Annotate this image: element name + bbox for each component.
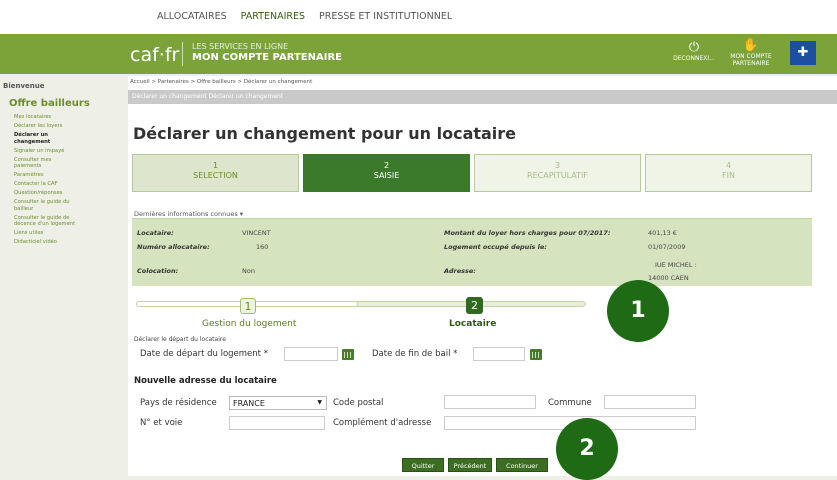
adresse-label: Adresse: (444, 267, 476, 275)
section-titlebar: Déclarer un changement Déclarer un chang… (128, 90, 837, 104)
power-icon: ⏻ (688, 40, 700, 55)
tab-allocataires[interactable]: ALLOCATAIRES (157, 11, 227, 22)
voie-label: N° et voie (140, 418, 183, 428)
caf-logo[interactable]: caf·fr (130, 44, 179, 66)
step-label: FIN (722, 170, 735, 180)
sidebar-item-parametres[interactable]: Paramètres (14, 172, 76, 179)
colocation-label: Colocation: (137, 267, 179, 275)
handshake-icon: ✋ (742, 38, 760, 53)
commune-input[interactable] (604, 395, 696, 409)
adresse-line1: IUE MICHEL : (655, 261, 697, 269)
services-title: MON COMPTE PARTENAIRE (192, 52, 342, 63)
sidebar-item-guide-bailleur[interactable]: Consulter le guide du bailleur (14, 199, 76, 212)
numero-label: Numéro allocataire: (137, 243, 210, 251)
progress-step-1: 1 (240, 298, 256, 314)
step-number: 2 (383, 161, 390, 170)
progress-step-2: 2 (466, 297, 483, 314)
account-button[interactable]: ✋ MON COMPTE PARTENAIRE (728, 38, 774, 67)
last-info-toggle[interactable]: Dernières informations connues ▾ (134, 210, 243, 218)
code-postal-label: Code postal (333, 398, 384, 408)
step-number: 1 (212, 161, 219, 170)
date-depart-label: Date de départ du logement * (140, 349, 268, 359)
page-title: Déclarer un changement pour un locataire (133, 124, 517, 143)
date-depart-input[interactable] (284, 347, 338, 361)
pays-select[interactable]: FRANCE ▼ (229, 396, 327, 410)
step-saisie: 2 SAISIE (303, 154, 470, 192)
pays-label: Pays de résidence (140, 398, 217, 408)
step-fin: 4 FIN (645, 154, 812, 192)
logout-label: DECONNEXI... (673, 55, 715, 62)
numero-value: 160 (256, 243, 269, 251)
adresse-line2: 14000 CAEN (648, 274, 689, 282)
step-selection: 1 SELECTION (132, 154, 299, 192)
tab-presse[interactable]: PRESSE ET INSTITUTIONNEL (319, 11, 452, 22)
step-recapitulatif: 3 RECAPITULATIF (474, 154, 641, 192)
breadcrumb[interactable]: Accueil > Partenaires > Offre bailleurs … (130, 79, 312, 85)
step-label: SAISIE (373, 170, 400, 180)
top-navigation: ALLOCATAIRES PARTENAIRES PRESSE ET INSTI… (0, 0, 837, 34)
occupe-value: 01/07/2009 (648, 243, 686, 251)
sidebar-item-paiements[interactable]: Consulter mes paiements (14, 157, 76, 170)
continue-button[interactable]: Continuer (496, 458, 548, 472)
banner-left (0, 34, 120, 74)
occupe-label: Logement occupé depuis le: (444, 243, 547, 251)
wizard-steps: 1 SELECTION 2 SAISIE 3 RECAPITULATIF 4 F… (132, 154, 812, 192)
previous-button[interactable]: Précédent (448, 458, 492, 472)
quit-button[interactable]: Quitter (402, 458, 444, 472)
date-fin-bail-label: Date de fin de bail * (372, 349, 458, 359)
colocation-value: Non (242, 267, 255, 275)
sidebar-item-guide-decence[interactable]: Consulter le guide de décence d'un logem… (14, 215, 76, 228)
locataire-value: VINCENT (242, 229, 271, 237)
sidebar-item-contacter[interactable]: Contacter la CAF (14, 181, 76, 188)
account-label: MON COMPTE PARTENAIRE (730, 53, 772, 67)
chevron-down-icon: ▼ (317, 399, 322, 406)
callout-badge-1: 1 (607, 280, 669, 342)
sidebar-item-signaler-impaye[interactable]: Signaler un impayé (14, 148, 76, 155)
sidebar-item-mes-locataires[interactable]: Mes locataires (14, 114, 76, 121)
step-label: RECAPITULATIF (527, 170, 588, 180)
complement-label: Complément d'adresse (333, 418, 432, 428)
callout-badge-2: 2 (556, 418, 618, 480)
new-address-heading: Nouvelle adresse du locataire (134, 376, 277, 386)
sidebar-item-declarer-changement[interactable]: Déclarer un changement (14, 132, 76, 145)
welcome-text: Bienvenue (3, 82, 45, 90)
date-fin-bail-input[interactable] (473, 347, 525, 361)
sidebar-item-liens[interactable]: Liens utiles (14, 230, 76, 237)
montant-label: Montant du loyer hors charges pour 07/20… (444, 229, 611, 237)
sidebar-menu: Mes locataires Déclarer les loyers Décla… (14, 114, 76, 248)
logout-button[interactable]: ⏻ DECONNEXI... (672, 40, 716, 62)
locataire-label: Locataire: (137, 229, 174, 237)
voie-input[interactable] (229, 416, 325, 430)
depart-heading: Déclarer le départ du locataire (134, 336, 226, 343)
commune-label: Commune (548, 398, 592, 408)
progress-step-1-label: Gestion du logement (202, 319, 297, 329)
montant-value: 401,13 € (648, 229, 677, 237)
tab-partenaires[interactable]: PARTENAIRES (241, 11, 305, 22)
cnaf-logo-icon: ✚ (790, 41, 816, 65)
sidebar-title: Offre bailleurs (9, 98, 90, 109)
sidebar-item-declarer-loyers[interactable]: Déclarer les loyers (14, 123, 76, 130)
pays-value: FRANCE (233, 399, 265, 408)
code-postal-input[interactable] (444, 395, 536, 409)
calendar-icon[interactable] (342, 349, 354, 360)
progress-step-2-label: Locataire (449, 319, 497, 329)
step-number: 3 (554, 161, 561, 170)
step-number: 4 (725, 161, 732, 170)
sidebar-item-questions[interactable]: Question/réponses (14, 190, 76, 197)
services-line: LES SERVICES EN LIGNE (192, 42, 289, 51)
logo-divider (182, 42, 183, 66)
step-label: SELECTION (193, 170, 238, 180)
calendar-icon[interactable] (530, 349, 542, 360)
sidebar-item-didacticiel[interactable]: Didacticiel vidéo (14, 239, 76, 246)
